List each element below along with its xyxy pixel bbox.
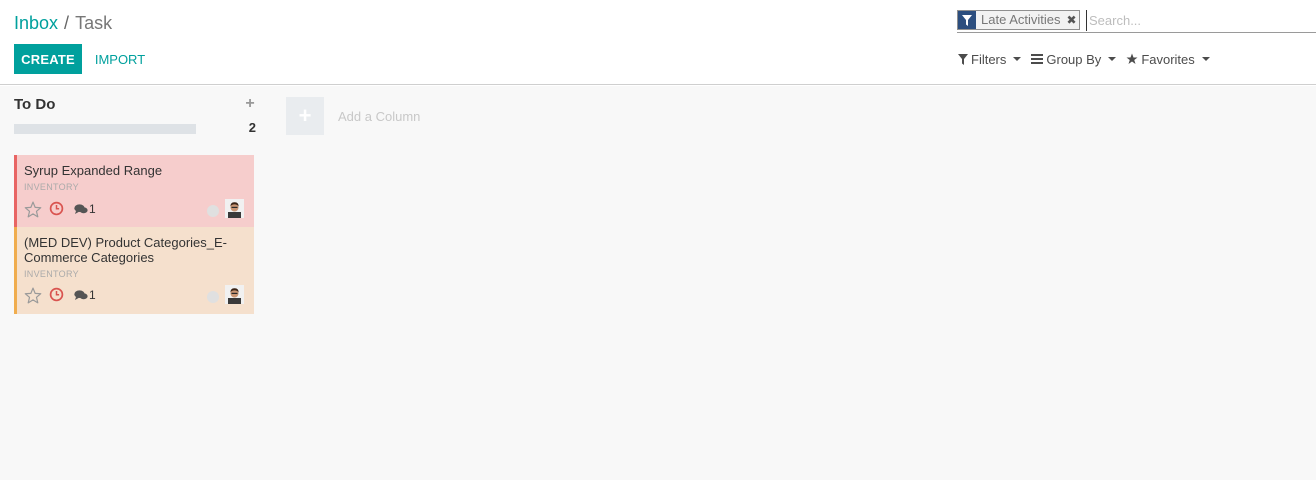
column-progressbar[interactable] bbox=[14, 124, 196, 134]
chevron-down-icon bbox=[1013, 57, 1022, 61]
column-title: To Do bbox=[14, 96, 56, 113]
add-column-button[interactable]: + bbox=[286, 97, 324, 135]
star-icon[interactable] bbox=[24, 201, 42, 221]
list-icon bbox=[1031, 54, 1044, 64]
control-panel: Inbox / Task CREATE IMPORT Late Activities… bbox=[0, 0, 1316, 85]
messages-count: 1 bbox=[89, 202, 96, 216]
card-title: Syrup Expanded Range bbox=[24, 163, 163, 178]
messages-indicator[interactable]: 1 bbox=[74, 288, 96, 302]
filters-dropdown[interactable]: Filters bbox=[958, 51, 1022, 67]
breadcrumb-separator: / bbox=[64, 13, 70, 33]
breadcrumb-current: Task bbox=[75, 13, 113, 33]
filter-icon bbox=[958, 53, 968, 65]
clock-icon[interactable] bbox=[49, 287, 64, 305]
kanban-card[interactable]: (MED DEV) Product Categories_E-Commerce … bbox=[14, 227, 254, 314]
search-facet: Late Activities ✖ bbox=[957, 10, 1080, 30]
chevron-down-icon bbox=[1201, 57, 1210, 61]
facet-label: Late Activities bbox=[981, 12, 1061, 27]
group-by-dropdown[interactable]: Group By bbox=[1031, 51, 1117, 67]
comments-icon bbox=[74, 289, 88, 300]
star-icon bbox=[1126, 53, 1138, 64]
messages-indicator[interactable]: 1 bbox=[74, 202, 96, 216]
card-footer: 1 bbox=[24, 199, 250, 219]
favorites-label: Favorites bbox=[1141, 51, 1195, 67]
kanban-card[interactable]: Syrup Expanded Range INVENTORY 1 bbox=[14, 155, 254, 227]
card-tag: INVENTORY bbox=[24, 182, 79, 192]
group-by-label: Group By bbox=[1046, 51, 1102, 67]
search-options: Filters Group By Favorites bbox=[958, 50, 1220, 68]
add-column-label[interactable]: Add a Column bbox=[338, 109, 420, 124]
kanban-view: To Do + 2 Syrup Expanded Range INVENTORY… bbox=[0, 86, 1316, 480]
avatar[interactable] bbox=[225, 285, 244, 304]
facet-remove-icon[interactable]: ✖ bbox=[1065, 11, 1079, 29]
column-record-count: 2 bbox=[248, 120, 256, 135]
filter-icon bbox=[958, 11, 976, 29]
chevron-down-icon bbox=[1108, 57, 1117, 61]
search-input[interactable] bbox=[1086, 10, 1312, 31]
filters-label: Filters bbox=[971, 51, 1007, 67]
favorites-dropdown[interactable]: Favorites bbox=[1126, 51, 1210, 67]
breadcrumb: Inbox / Task bbox=[14, 11, 112, 35]
avatar[interactable] bbox=[225, 199, 244, 218]
import-button[interactable]: IMPORT bbox=[88, 44, 152, 74]
kanban-state-dot[interactable] bbox=[207, 291, 219, 303]
kanban-state-dot[interactable] bbox=[207, 205, 219, 217]
breadcrumb-inbox-link[interactable]: Inbox bbox=[14, 13, 58, 33]
card-tag: INVENTORY bbox=[24, 269, 79, 279]
clock-icon[interactable] bbox=[49, 201, 64, 219]
card-footer: 1 bbox=[24, 285, 250, 305]
card-title: (MED DEV) Product Categories_E-Commerce … bbox=[24, 235, 228, 265]
messages-count: 1 bbox=[89, 288, 96, 302]
create-button[interactable]: CREATE bbox=[14, 44, 82, 74]
star-icon[interactable] bbox=[24, 287, 42, 307]
comments-icon bbox=[74, 203, 88, 214]
search-bar: Late Activities ✖ bbox=[957, 9, 1316, 33]
column-quick-create-icon[interactable]: + bbox=[243, 95, 257, 113]
